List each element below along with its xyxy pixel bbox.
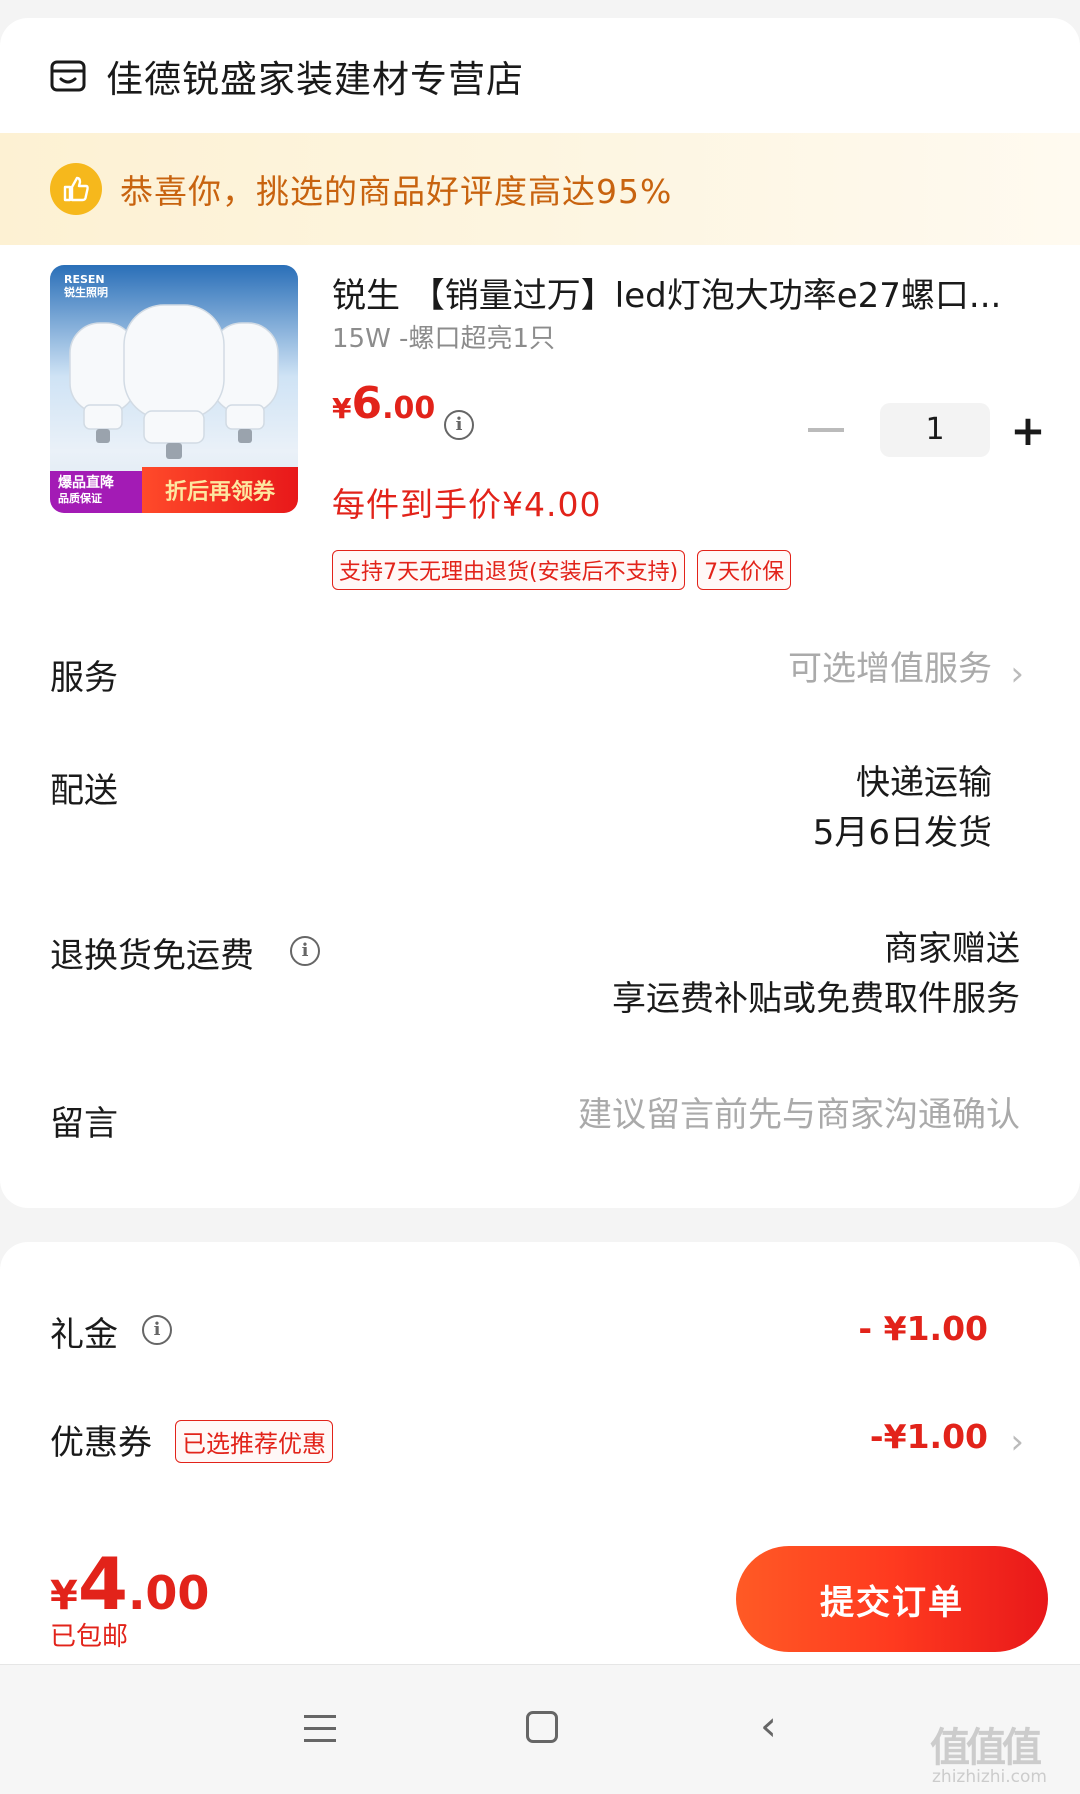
- service-label: 服务: [50, 658, 118, 698]
- coupon-value[interactable]: -¥1.00: [870, 1412, 988, 1462]
- product-price: ¥6.00: [332, 378, 436, 429]
- return-fee-provider: 商家赠送: [884, 929, 1020, 969]
- product-title[interactable]: 锐生 【销量过万】led灯泡大功率e27螺口...: [332, 268, 1032, 317]
- delivery-date: 5月6日发货: [812, 813, 992, 853]
- discount-card: 礼金 i - ¥1.00 优惠券 已选推荐优惠 -¥1.00 ›: [0, 1242, 1080, 1532]
- delivery-method: 快递运输: [856, 763, 992, 803]
- return-fee-detail: 享运费补贴或免费取件服务: [612, 979, 1020, 1019]
- gift-info-icon[interactable]: i: [142, 1315, 172, 1345]
- product-spec[interactable]: 15W -螺口超亮1只: [332, 318, 555, 355]
- submit-order-button[interactable]: 提交订单: [736, 1546, 1048, 1652]
- return-fee-info-icon[interactable]: i: [290, 936, 320, 966]
- return-fee-label: 退换货免运费: [50, 936, 254, 976]
- price-info-icon[interactable]: i: [444, 410, 474, 440]
- watermark-url: zhizhizhi.com: [932, 1767, 1047, 1787]
- shipping-note: 已包邮: [50, 1622, 129, 1652]
- shop-name: 佳德锐盛家装建材专营店: [106, 57, 524, 101]
- service-tags: 支持7天无理由退货(安装后不支持) 7天价保: [332, 550, 803, 590]
- shop-header[interactable]: 佳德锐盛家装建材专营店: [0, 18, 1080, 133]
- total-price: ¥4.00: [50, 1542, 210, 1626]
- home-icon[interactable]: [526, 1711, 558, 1743]
- bulb-illustration: [69, 304, 279, 459]
- delivery-value[interactable]: 快递运输 5月6日发货: [813, 758, 992, 858]
- watermark-logo: 值值值: [930, 1725, 1042, 1771]
- quantity-input[interactable]: 1: [880, 403, 990, 457]
- system-nav-bar: ‹ 值值值 zhizhizhi.com: [0, 1664, 1080, 1794]
- banner-text: 恭喜你，挑选的商品好评度高达95%: [120, 172, 673, 211]
- return-fee-value: 商家赠送 享运费补贴或免费取件服务: [612, 924, 1020, 1024]
- coupon-label: 优惠券: [50, 1423, 152, 1463]
- checkout-bar: ¥4.00 已包邮 提交订单: [0, 1526, 1080, 1664]
- product-image[interactable]: RESEN 锐生照明 爆品直降 品质保证 折后再领券: [50, 265, 298, 513]
- increase-button[interactable]: +: [1000, 402, 1056, 458]
- gift-label: 礼金: [50, 1315, 118, 1355]
- service-value[interactable]: 可选增值服务: [788, 644, 992, 694]
- rating-banner: 恭喜你，挑选的商品好评度高达95%: [0, 133, 1080, 245]
- image-badge-left: 爆品直降 品质保证: [50, 471, 142, 513]
- decrease-button[interactable]: [808, 428, 844, 432]
- chevron-right-icon[interactable]: ›: [1010, 1422, 1024, 1462]
- quantity-stepper: 1 +: [808, 402, 1056, 458]
- price-protect-tag: 7天价保: [697, 550, 792, 590]
- message-label: 留言: [50, 1104, 118, 1144]
- final-unit-price: 每件到手价¥4.00: [332, 485, 602, 524]
- thumbs-up-icon: [50, 163, 102, 215]
- return-policy-tag: 支持7天无理由退货(安装后不支持): [332, 550, 686, 590]
- store-icon: [50, 60, 86, 91]
- gift-value: - ¥1.00: [858, 1309, 988, 1348]
- image-badge-right: 折后再领券: [142, 467, 298, 513]
- menu-icon[interactable]: [304, 1715, 336, 1751]
- delivery-label: 配送: [50, 771, 118, 811]
- back-icon[interactable]: ‹: [760, 1701, 777, 1750]
- message-input[interactable]: 建议留言前先与商家沟通确认: [578, 1090, 1020, 1140]
- chevron-right-icon[interactable]: ›: [1010, 654, 1024, 694]
- coupon-tag: 已选推荐优惠: [175, 1420, 333, 1463]
- order-card: 佳德锐盛家装建材专营店 恭喜你，挑选的商品好评度高达95% RESEN 锐生照明: [0, 18, 1080, 1208]
